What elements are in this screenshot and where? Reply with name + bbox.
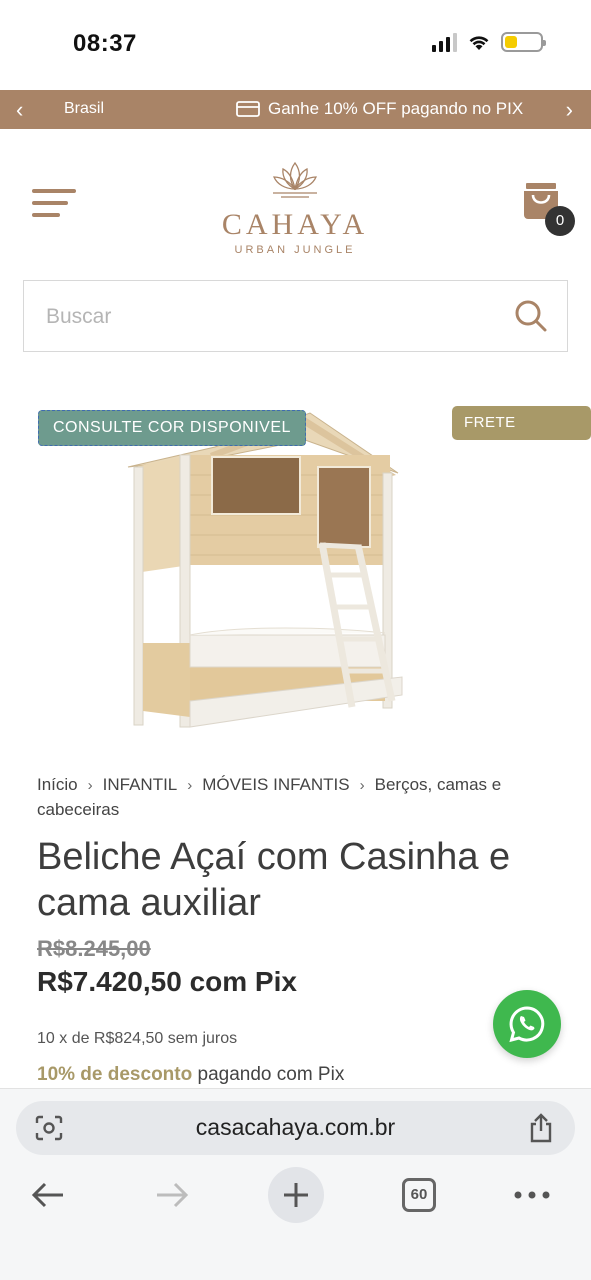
discount-rest: pagando com Pix bbox=[197, 1064, 345, 1085]
chevron-right-icon: › bbox=[187, 777, 193, 794]
back-button[interactable] bbox=[20, 1167, 76, 1223]
pix-price: R$7.420,50 com Pix bbox=[37, 966, 297, 997]
browser-nav-row: 60 bbox=[0, 1167, 591, 1227]
breadcrumb-home[interactable]: Início bbox=[37, 775, 78, 794]
more-menu-button[interactable] bbox=[504, 1167, 560, 1223]
status-bar: 08:37 bbox=[0, 0, 591, 88]
product-image[interactable] bbox=[90, 395, 500, 750]
promo-text: Ganhe 10% OFF pagando no PIX bbox=[268, 99, 524, 118]
promo-prev-text: Brasil bbox=[64, 100, 105, 117]
logo[interactable]: CAHAYA URBAN JUNGLE bbox=[205, 157, 385, 256]
search-input[interactable] bbox=[46, 301, 466, 333]
chevron-left-icon[interactable]: ‹ bbox=[16, 97, 23, 123]
discount-highlight: 10% de desconto bbox=[37, 1064, 193, 1085]
battery-icon bbox=[501, 32, 546, 52]
consult-color-badge[interactable]: CONSULTE COR DISPONIVEL bbox=[38, 410, 306, 446]
free-shipping-badge: FRETE GRÁTIS bbox=[452, 406, 591, 465]
card-icon bbox=[236, 101, 260, 117]
share-icon[interactable] bbox=[527, 1112, 555, 1144]
product-title: Beliche Açaí com Casinha e cama auxiliar bbox=[37, 836, 511, 924]
chevron-right-icon[interactable]: › bbox=[566, 97, 573, 123]
chevron-right-icon: › bbox=[87, 777, 93, 794]
browser-chrome: casacahaya.com.br 60 bbox=[0, 1088, 591, 1280]
logo-name: CAHAYA bbox=[221, 208, 369, 241]
cellular-signal-icon bbox=[432, 32, 457, 52]
promo-message: Ganhe 10% OFF pagando no PIX bbox=[236, 99, 523, 119]
cart-button[interactable]: 0 bbox=[522, 181, 575, 237]
arrow-right-icon bbox=[157, 1182, 189, 1208]
tabs-count: 60 bbox=[402, 1178, 436, 1212]
wifi-icon bbox=[469, 36, 489, 50]
forward-button[interactable] bbox=[144, 1167, 200, 1223]
breadcrumb: Início › INFANTIL › MÓVEIS INFANTIS › Berços, … bbox=[37, 773, 562, 822]
whatsapp-button[interactable] bbox=[493, 990, 561, 1058]
hamburger-menu-icon[interactable] bbox=[32, 189, 76, 221]
breadcrumb-moveis-infantis[interactable]: MÓVEIS INFANTIS bbox=[202, 775, 349, 794]
whatsapp-icon bbox=[509, 1006, 545, 1043]
cart-count-badge: 0 bbox=[545, 206, 575, 236]
logo-tagline: URBAN JUNGLE bbox=[234, 244, 356, 256]
search-bar bbox=[23, 280, 568, 352]
site-header: CAHAYA URBAN JUNGLE 0 bbox=[0, 129, 591, 279]
chevron-right-icon: › bbox=[359, 777, 365, 794]
promo-bar: ‹ Brasil Ganhe 10% OFF pagando no PIX › bbox=[0, 90, 591, 129]
address-bar[interactable]: casacahaya.com.br bbox=[16, 1101, 575, 1155]
more-dots-icon bbox=[514, 1191, 550, 1199]
search-icon bbox=[515, 300, 547, 332]
installments-text: 10 x de R$824,50 sem juros bbox=[37, 1030, 238, 1047]
search-button[interactable] bbox=[513, 298, 549, 334]
old-price: R$8.245,00 bbox=[37, 936, 151, 961]
breadcrumb-infantil[interactable]: INFANTIL bbox=[103, 775, 178, 794]
lotus-icon bbox=[273, 161, 317, 198]
status-time: 08:37 bbox=[73, 30, 137, 57]
new-tab-button[interactable] bbox=[268, 1167, 324, 1223]
plus-icon bbox=[284, 1183, 308, 1207]
arrow-left-icon bbox=[31, 1182, 63, 1208]
url-text: casacahaya.com.br bbox=[195, 1114, 396, 1140]
status-icons bbox=[432, 32, 546, 52]
pix-discount-text: 10% de desconto pagando com Pix bbox=[37, 1064, 344, 1086]
tabs-button[interactable]: 60 bbox=[391, 1167, 447, 1223]
